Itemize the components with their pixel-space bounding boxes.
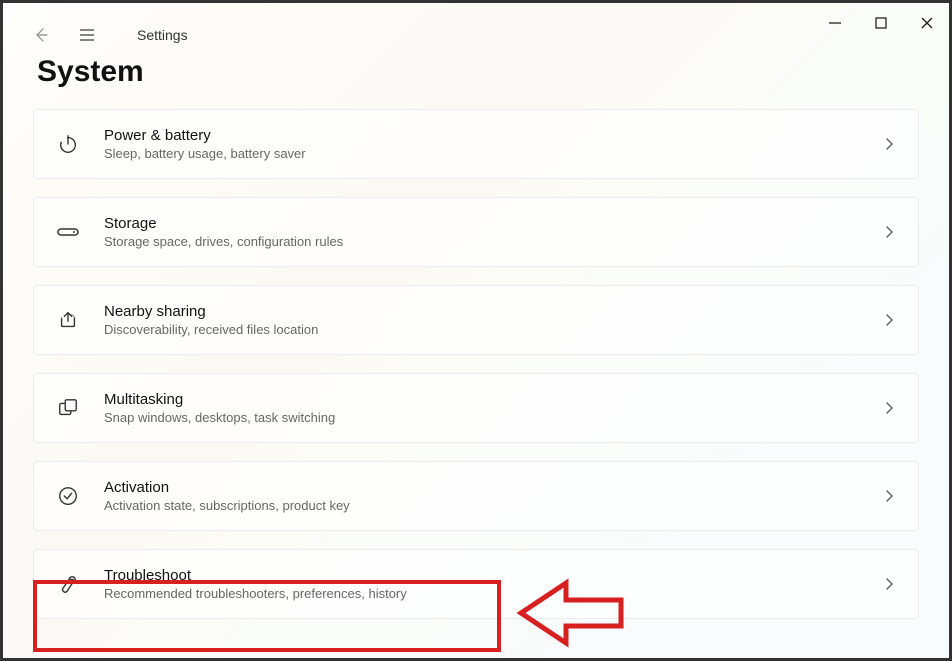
chevron-right-icon [882,401,896,415]
share-icon [56,308,80,332]
setting-item-multitasking[interactable]: Multitasking Snap windows, desktops, tas… [33,373,919,443]
setting-item-storage[interactable]: Storage Storage space, drives, configura… [33,197,919,267]
minimize-button[interactable] [827,15,843,31]
storage-icon [56,220,80,244]
app-title: Settings [137,27,188,43]
setting-item-activation[interactable]: Activation Activation state, subscriptio… [33,461,919,531]
checkmark-circle-icon [56,484,80,508]
maximize-button[interactable] [873,15,889,31]
setting-item-nearby-sharing[interactable]: Nearby sharing Discoverability, received… [33,285,919,355]
item-title: Storage [104,215,882,232]
item-title: Nearby sharing [104,303,882,320]
chevron-right-icon [882,137,896,151]
close-button[interactable] [919,15,935,31]
item-subtitle: Recommended troubleshooters, preferences… [104,586,882,601]
page-title: System [33,55,919,89]
chevron-right-icon [882,577,896,591]
item-subtitle: Sleep, battery usage, battery saver [104,146,882,161]
chevron-right-icon [882,489,896,503]
item-title: Multitasking [104,391,882,408]
wrench-icon [56,572,80,596]
setting-item-troubleshoot[interactable]: Troubleshoot Recommended troubleshooters… [33,549,919,619]
item-title: Power & battery [104,127,882,144]
item-subtitle: Snap windows, desktops, task switching [104,410,882,425]
item-title: Activation [104,479,882,496]
multitasking-icon [56,396,80,420]
setting-item-power-battery[interactable]: Power & battery Sleep, battery usage, ba… [33,109,919,179]
back-button[interactable] [29,23,53,47]
hamburger-menu-button[interactable] [75,23,99,47]
chevron-right-icon [882,225,896,239]
settings-list: Power & battery Sleep, battery usage, ba… [33,109,919,619]
item-subtitle: Activation state, subscriptions, product… [104,498,882,513]
item-subtitle: Storage space, drives, configuration rul… [104,234,882,249]
item-title: Troubleshoot [104,567,882,584]
header-bar: Settings [3,13,188,57]
item-subtitle: Discoverability, received files location [104,322,882,337]
chevron-right-icon [882,313,896,327]
power-icon [56,132,80,156]
